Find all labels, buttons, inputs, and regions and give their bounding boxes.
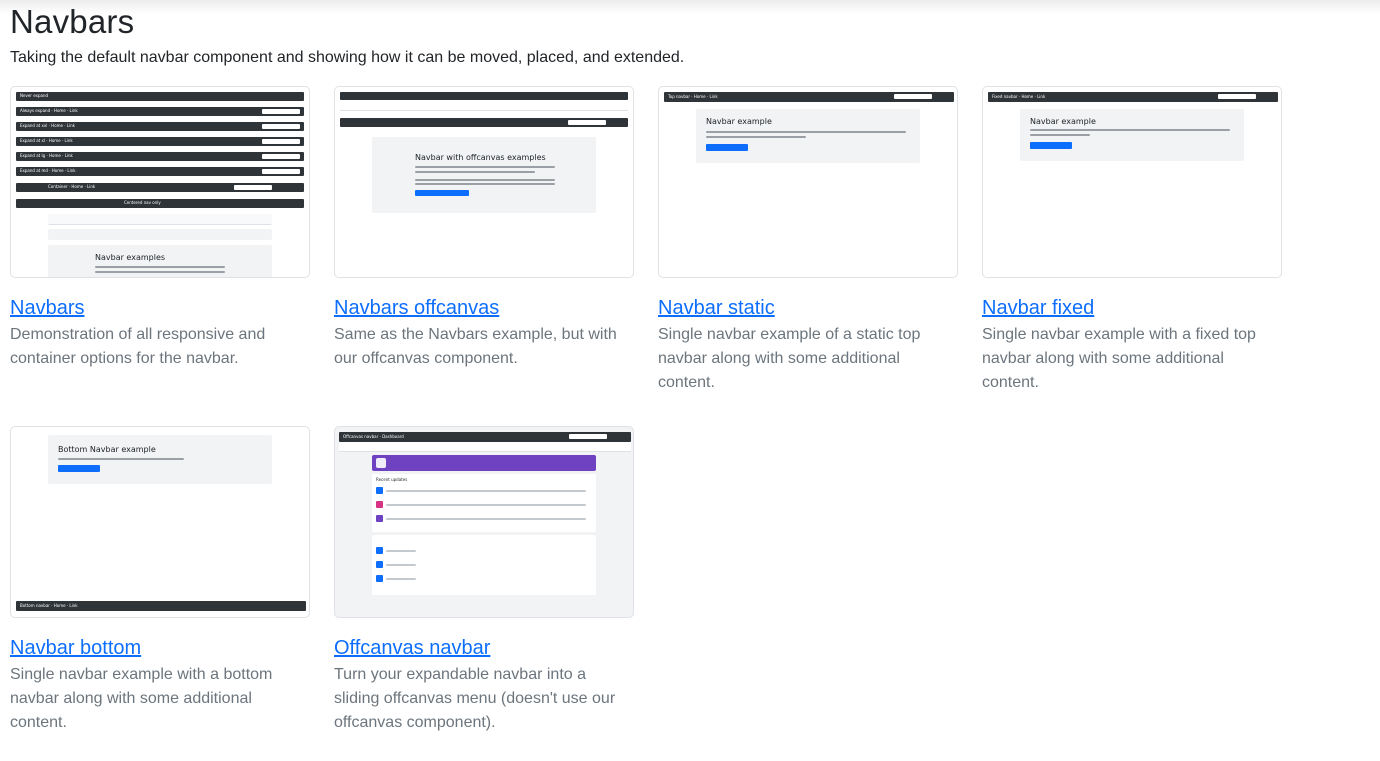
thumbnail-offcanvas-navbar[interactable]: Offcanvas navbar · Dashboard Recent upda… [334, 426, 634, 618]
page-subtitle: Taking the default navbar component and … [10, 49, 685, 66]
card-description: Single navbar example of a static top na… [658, 326, 921, 391]
example-card-navbars-offcanvas: Navbar with offcanvas examples Navbars o… [334, 86, 634, 371]
example-card-navbars: Never expand Always expand · Home · Link… [10, 86, 310, 371]
card-description: Same as the Navbars example, but with ou… [334, 326, 617, 367]
thumb-heading: Bottom Navbar example [58, 445, 156, 454]
mini-navbar-text: Expand at lg · Home · Link [20, 153, 73, 158]
thumb-heading: Navbar example [1030, 117, 1096, 126]
thumbnail-navbars[interactable]: Never expand Always expand · Home · Link… [10, 86, 310, 278]
example-card-navbar-fixed: Fixed navbar · Home · Link Navbar exampl… [982, 86, 1282, 395]
thumb-heading: Recent updates [376, 477, 408, 482]
card-title-link[interactable]: Navbar bottom [10, 635, 310, 661]
example-card-navbar-bottom: Bottom Navbar example Bottom navbar · Ho… [10, 426, 310, 735]
card-title-link[interactable]: Navbar static [658, 295, 958, 321]
mini-navbar-text: Expand at md · Home · Link [20, 168, 76, 173]
mini-navbar-text: Expand at xl · Home · Link [20, 138, 73, 143]
thumb-heading: Navbar examples [95, 253, 166, 262]
thumbnail-navbar-bottom[interactable]: Bottom Navbar example Bottom navbar · Ho… [10, 426, 310, 618]
mini-navbar-text: Fixed navbar · Home · Link [992, 94, 1046, 99]
example-card-navbar-static: Top navbar · Home · Link Navbar example … [658, 86, 958, 395]
card-description: Single navbar example with a fixed top n… [982, 326, 1256, 391]
mini-navbar-text: Never expand [20, 93, 49, 98]
card-title-link[interactable]: Offcanvas navbar [334, 635, 634, 661]
top-shadow [0, 0, 1380, 14]
mini-navbar-text: Offcanvas navbar · Dashboard [343, 434, 404, 439]
mini-navbar-text: Expand at xxl · Home · Link [20, 123, 75, 128]
card-description: Demonstration of all responsive and cont… [10, 326, 266, 367]
mini-navbar-text: Top navbar · Home · Link [668, 94, 718, 99]
card-title-link[interactable]: Navbars [10, 295, 310, 321]
thumbnail-navbars-offcanvas[interactable]: Navbar with offcanvas examples [334, 86, 634, 278]
card-title-link[interactable]: Navbars offcanvas [334, 295, 634, 321]
card-description: Turn your expandable navbar into a slidi… [334, 666, 616, 731]
mini-navbar-text: Container · Home · Link [48, 184, 96, 189]
mini-navbar-text: Bottom navbar · Home · Link [20, 603, 78, 608]
thumbnail-navbar-static[interactable]: Top navbar · Home · Link Navbar example [658, 86, 958, 278]
thumb-heading: Navbar with offcanvas examples [415, 153, 546, 162]
thumbnail-navbar-fixed[interactable]: Fixed navbar · Home · Link Navbar exampl… [982, 86, 1282, 278]
thumb-heading: Navbar example [706, 117, 772, 126]
mini-navbar-text: Centered nav only [124, 200, 161, 205]
mini-navbar-text: Always expand · Home · Link [20, 108, 78, 113]
card-description: Single navbar example with a bottom navb… [10, 666, 273, 731]
page-title: Navbars [10, 3, 135, 40]
card-title-link[interactable]: Navbar fixed [982, 295, 1282, 321]
example-card-offcanvas-navbar: Offcanvas navbar · Dashboard Recent upda… [334, 426, 634, 735]
